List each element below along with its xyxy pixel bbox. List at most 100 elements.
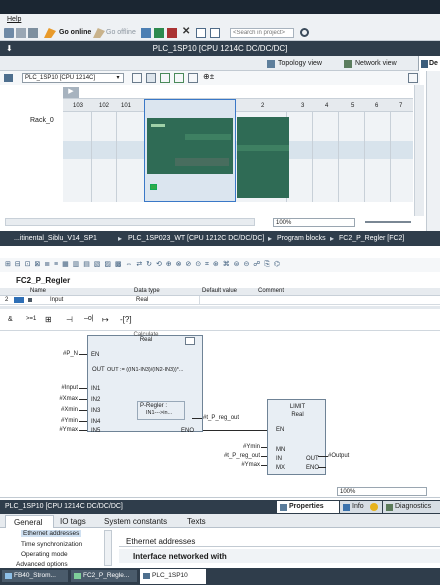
stop-cpu-icon[interactable] [167, 28, 177, 38]
expand-bullet-icon [28, 298, 32, 302]
search-input[interactable] [230, 28, 294, 38]
negated-assignment-icon[interactable]: –o| [84, 315, 94, 322]
device-select[interactable]: PLC_1SP10 [CPU 1214C] ▾ [22, 73, 124, 83]
go-online-button[interactable]: Go online [59, 29, 91, 36]
split-vertical-icon[interactable] [210, 28, 220, 38]
taskbar-item-fc2[interactable]: FC2_P_Regle... [71, 570, 137, 582]
nav-ethernet-addresses[interactable]: Ethernet addresses [21, 530, 82, 537]
tag-p-n[interactable]: #P_N [40, 351, 78, 357]
default-value-cell[interactable] [199, 296, 254, 304]
rack-vertical-scrollbar[interactable] [414, 85, 424, 216]
or-icon[interactable]: >=1 [26, 316, 36, 322]
xor-icon[interactable]: ⊞ [45, 315, 52, 324]
limit-box[interactable]: LIMIT Real EN MN IN MX OUT ENO [267, 399, 326, 475]
breadcrumb-item-project[interactable]: ...itinental_Siblu_V14_SP1 [14, 235, 97, 242]
diagnostics-tab[interactable]: Diagnostics [383, 501, 440, 513]
nav-advanced-options[interactable]: Advanced options [16, 561, 68, 568]
device-tool-3-icon[interactable] [160, 73, 170, 83]
wire-input [79, 388, 87, 389]
wire-calc-out [192, 418, 202, 419]
tag-t-p-reg-out[interactable]: #t_P_reg_out [203, 415, 239, 421]
start-cpu-icon[interactable] [154, 28, 164, 38]
tag-xmax[interactable]: #Xmax [40, 396, 78, 402]
menu-help[interactable]: Help [7, 16, 21, 23]
branch-icon[interactable]: ↦ [102, 315, 109, 324]
tab-general[interactable]: General [5, 515, 54, 528]
save-icon[interactable] [4, 28, 14, 38]
editor-toolbar-icons[interactable]: ⊞ ⊟ ⊡ ⊠ ≣ ≡ ▦ ▥ ▤ ▧ ▨ ▩ ⇔ ⇄ ↻ ⟲ ⊕ ⊗ ⊘ ⊙ … [5, 260, 281, 269]
device-data-icon[interactable] [408, 73, 418, 83]
search-go-icon[interactable] [300, 28, 309, 37]
zoom-icon[interactable]: ⊕± [203, 72, 214, 81]
and-icon[interactable]: & [8, 316, 13, 323]
tab-system-constants[interactable]: System constants [104, 517, 167, 526]
wire-p-n [79, 354, 87, 355]
limit-pin-mn: MN [276, 447, 286, 453]
limit-title: LIMIT [289, 404, 306, 410]
interface-row[interactable]: 2 Input Real [0, 296, 440, 305]
empty-box-icon[interactable]: -[?] [120, 315, 132, 324]
cross-reference-icon[interactable]: ✕ [182, 26, 190, 37]
interface-header-row: Name Data type Default value Comment [0, 288, 440, 296]
diagnostics-label: Diagnostics [395, 503, 432, 510]
split-horizontal-icon[interactable] [196, 28, 206, 38]
rack-zoom-field[interactable]: 100% [273, 218, 355, 227]
tag-output[interactable]: #Output [328, 453, 349, 459]
breadcrumb-item-plc[interactable]: PLC_1SP023_WT [CPU 1212C DC/DC/DC] [128, 235, 264, 242]
print-icon[interactable] [16, 28, 26, 38]
nav-time-sync[interactable]: Time synchronization [21, 541, 82, 548]
nav-scrollbar[interactable] [104, 530, 112, 566]
device-icon [143, 573, 150, 579]
calculate-comment[interactable]: P-Regler : IN1--->in... [137, 401, 185, 420]
accessible-devices-icon[interactable] [141, 28, 151, 38]
device-tool-4-icon[interactable] [174, 73, 184, 83]
go-online-icon[interactable] [44, 28, 56, 38]
col-name-header: Name [30, 288, 47, 294]
rack-expand-button[interactable]: ▶ [63, 87, 79, 98]
device-view-tab[interactable]: De [418, 56, 440, 71]
limit-pin-en: EN [276, 427, 285, 433]
wire-limit-in [261, 456, 267, 457]
tag-limit-in[interactable]: #t_P_reg_out [210, 453, 260, 459]
taskbar-item-fb40[interactable]: FB40_Strom... [2, 570, 68, 582]
calculate-expression[interactable]: OUT OUT := ((IN1-IN3)/(IN2-IN3))*... [89, 365, 202, 376]
go-offline-button[interactable]: Go offline [106, 29, 136, 36]
row-name[interactable]: Input [50, 297, 63, 303]
tag-xmin[interactable]: #Xmin [40, 407, 78, 413]
signal-module[interactable] [237, 117, 289, 198]
cpu-module[interactable] [144, 99, 236, 202]
wire-ymin [79, 421, 87, 422]
tab-texts[interactable]: Texts [187, 517, 206, 526]
editor-zoom-field[interactable]: 100% [337, 487, 427, 496]
taskbar-item-plc[interactable]: PLC_1SP10 [140, 569, 206, 584]
calc-pin-eno: ENO [181, 428, 195, 434]
properties-tab[interactable]: Properties [277, 501, 339, 513]
nav-operating-mode[interactable]: Operating mode [21, 551, 68, 558]
copy-icon[interactable] [28, 28, 38, 38]
device-tool-1-icon[interactable] [132, 73, 142, 83]
assignment-icon[interactable]: ⊣ [66, 315, 73, 324]
device-tool-2-icon[interactable] [146, 73, 156, 83]
rack-horizontal-scrollbar[interactable] [5, 218, 255, 226]
block-icon [5, 573, 12, 579]
tag-limit-ymin[interactable]: #Ymin [210, 444, 260, 450]
tag-limit-ymax[interactable]: #Ymax [210, 462, 260, 468]
tag-ymin[interactable]: #Ymin [40, 418, 78, 424]
row-type[interactable]: Real [136, 297, 148, 303]
tab-io-tags[interactable]: IO tags [60, 517, 86, 526]
network-view-tab[interactable]: Network view [355, 60, 397, 67]
topology-view-tab[interactable]: Topology view [278, 60, 322, 67]
breadcrumb-item-program-blocks[interactable]: Program blocks [277, 235, 326, 242]
breadcrumb-item-block[interactable]: FC2_P_Regler [FC2] [339, 235, 404, 242]
calculate-box[interactable]: Calculate Real OUT OUT := ((IN1-IN3)/(IN… [87, 332, 203, 434]
rack-zoom-slider[interactable] [365, 221, 411, 223]
device-tool-5-icon[interactable] [188, 73, 198, 83]
network-divider [0, 330, 440, 331]
tag-ymax[interactable]: #Ymax [40, 427, 78, 433]
inspector-nav: Ethernet addresses Time synchronization … [0, 528, 115, 568]
tag-input[interactable]: #Input [40, 385, 78, 391]
info-tab[interactable]: Info [340, 501, 382, 513]
calculate-edit-icon[interactable] [185, 337, 195, 345]
go-offline-icon[interactable] [93, 28, 105, 38]
interface-splitter[interactable] [0, 306, 440, 309]
